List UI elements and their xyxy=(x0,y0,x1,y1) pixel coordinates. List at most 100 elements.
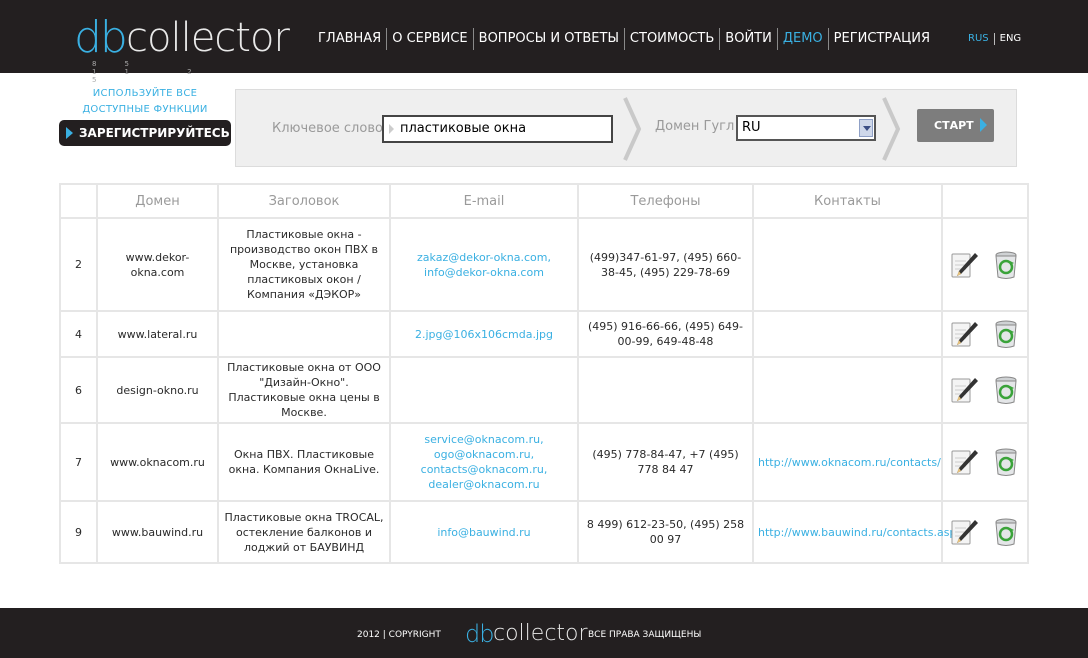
cell-phones: (495) 778-84-47, +7 (495) 778 84 47 xyxy=(577,422,754,502)
cell-title: Пластиковые окна - производство окон ПВХ… xyxy=(217,217,391,312)
nav-pricing[interactable]: СТОИМОСТЬ xyxy=(623,28,719,50)
input-arrow-icon xyxy=(389,124,394,134)
cell-phones: (495) 916-66-66, (495) 649-00-99, 649-48… xyxy=(577,310,754,358)
chevron-separator-icon xyxy=(623,97,642,161)
cell-domain: www.dekor-okna.com xyxy=(96,217,219,312)
col-header-actions xyxy=(941,183,1029,219)
logo[interactable]: db collector 85 11 2 5 xyxy=(74,12,290,84)
cell-actions xyxy=(941,422,1029,502)
col-header-domain: Домен xyxy=(96,183,219,219)
cell-num: 2 xyxy=(59,217,98,312)
promo-line-2: ДОСТУПНЫЕ ФУНКЦИИ xyxy=(82,104,208,115)
edit-icon[interactable] xyxy=(949,250,979,280)
cell-domain: www.lateral.ru xyxy=(96,310,219,358)
col-header-email: E-mail xyxy=(389,183,579,219)
nav-demo[interactable]: ДЕМО xyxy=(776,28,828,50)
site-footer: 2012 | COPYRIGHT db collector ВСЕ ПРАВА … xyxy=(0,608,1088,658)
chevron-separator-icon xyxy=(882,97,901,161)
col-header-num xyxy=(59,183,98,219)
cell-contacts[interactable] xyxy=(752,217,943,312)
nav-about[interactable]: О СЕРВИСЕ xyxy=(386,28,472,50)
table-row: 7 www.oknacom.ru Окна ПВХ. Пластиковые о… xyxy=(59,422,1029,502)
register-button-label: ЗАРЕГИСТРИРУЙТЕСЬ! xyxy=(79,126,236,140)
main-nav: ГЛАВНАЯ О СЕРВИСЕ ВОПРОСЫ И ОТВЕТЫ СТОИМ… xyxy=(315,28,935,50)
cell-email[interactable]: 2.jpg@106x106cmda.jpg xyxy=(389,310,579,358)
search-panel: Ключевое слово пластиковые окна Домен Гу… xyxy=(235,89,1017,167)
cell-phones: (499)347-61-97, (495) 660-38-45, (495) 2… xyxy=(577,217,754,312)
cell-actions xyxy=(941,217,1029,312)
domain-select[interactable]: RU xyxy=(736,115,876,141)
nav-register[interactable]: РЕГИСТРАЦИЯ xyxy=(827,28,935,50)
edit-icon[interactable] xyxy=(949,375,979,405)
copyright-text: 2012 | COPYRIGHT xyxy=(357,630,441,640)
cell-email[interactable] xyxy=(389,356,579,424)
cell-title: Пластиковые окна от ООО "Дизайн-Окно". П… xyxy=(217,356,391,424)
edit-icon[interactable] xyxy=(949,517,979,547)
cell-num: 7 xyxy=(59,422,98,502)
cell-contacts[interactable]: http://www.oknacom.ru/contacts/ xyxy=(752,422,943,502)
recycle-bin-icon[interactable] xyxy=(991,375,1021,405)
recycle-bin-icon[interactable] xyxy=(991,319,1021,349)
cell-email[interactable]: info@bauwind.ru xyxy=(389,500,579,564)
table-row: 9 www.bauwind.ru Пластиковые окна TROCAL… xyxy=(59,500,1029,564)
recycle-bin-icon[interactable] xyxy=(991,517,1021,547)
footer-logo[interactable]: db collector xyxy=(465,620,588,648)
cell-phones xyxy=(577,356,754,424)
start-button[interactable]: СТАРТ xyxy=(917,109,994,142)
cell-num: 9 xyxy=(59,500,98,564)
cell-contacts[interactable] xyxy=(752,356,943,424)
table-row: 2 www.dekor-okna.com Пластиковые окна - … xyxy=(59,217,1029,312)
cell-actions xyxy=(941,500,1029,564)
cell-title xyxy=(217,310,391,358)
cell-phones: 8 499) 612-23-50, (495) 258 00 97 xyxy=(577,500,754,564)
cell-title: Окна ПВХ. Пластиковые окна. Компания Окн… xyxy=(217,422,391,502)
keyword-value: пластиковые окна xyxy=(400,121,527,136)
results-table: Домен Заголовок E-mail Телефоны Контакты… xyxy=(59,183,1029,564)
domain-value: RU xyxy=(742,120,761,135)
nav-faq[interactable]: ВОПРОСЫ И ОТВЕТЫ xyxy=(472,28,624,50)
footer-logo-collector: collector xyxy=(493,621,588,646)
domain-label: Домен Гугл xyxy=(655,119,735,134)
chevron-down-icon[interactable] xyxy=(859,119,873,137)
play-arrow-icon xyxy=(980,118,987,132)
cell-num: 6 xyxy=(59,356,98,424)
recycle-bin-icon[interactable] xyxy=(991,250,1021,280)
cell-domain: www.oknacom.ru xyxy=(96,422,219,502)
cell-email[interactable]: zakaz@dekor-okna.com, info@dekor-okna.co… xyxy=(389,217,579,312)
nav-login[interactable]: ВОЙТИ xyxy=(719,28,777,50)
register-button[interactable]: ЗАРЕГИСТРИРУЙТЕСЬ! xyxy=(59,120,235,146)
lang-eng[interactable]: ENG xyxy=(995,33,1022,45)
rights-text: ВСЕ ПРАВА ЗАЩИЩЕНЫ xyxy=(588,630,702,640)
nav-home[interactable]: ГЛАВНАЯ xyxy=(315,28,386,50)
keyword-label: Ключевое слово xyxy=(272,121,383,136)
edit-icon[interactable] xyxy=(949,447,979,477)
cell-actions xyxy=(941,356,1029,424)
footer-logo-db: db xyxy=(465,620,494,648)
cell-contacts[interactable]: http://www.bauwind.ru/contacts.asp xyxy=(752,500,956,564)
language-switcher: RUS ENG xyxy=(968,33,1021,45)
col-header-contacts: Контакты xyxy=(752,183,943,219)
cell-email[interactable]: service@oknacom.ru, ogo@oknacom.ru, cont… xyxy=(389,422,579,502)
logo-collector: collector xyxy=(126,15,290,61)
col-header-title: Заголовок xyxy=(217,183,391,219)
cell-num: 4 xyxy=(59,310,98,358)
recycle-bin-icon[interactable] xyxy=(991,447,1021,477)
table-row: 6 design-okno.ru Пластиковые окна от ООО… xyxy=(59,356,1029,424)
table-row: 4 www.lateral.ru 2.jpg@106x106cmda.jpg (… xyxy=(59,310,1029,358)
keyword-input[interactable]: пластиковые окна xyxy=(382,115,613,143)
cell-domain: www.bauwind.ru xyxy=(96,500,219,564)
cell-actions xyxy=(941,310,1029,358)
cell-contacts[interactable] xyxy=(752,310,943,358)
logo-digits: 85 11 2 5 xyxy=(92,60,220,84)
lang-rus[interactable]: RUS xyxy=(968,33,995,45)
site-header: db collector 85 11 2 5 ГЛАВНАЯ О СЕРВИСЕ… xyxy=(0,0,1088,84)
promo-text: ИСПОЛЬЗУЙТЕ ВСЕ ДОСТУПНЫЕ ФУНКЦИИ xyxy=(58,86,232,118)
cell-domain: design-okno.ru xyxy=(96,356,219,424)
edit-icon[interactable] xyxy=(949,319,979,349)
start-button-label: СТАРТ xyxy=(934,119,974,132)
table-header-row: Домен Заголовок E-mail Телефоны Контакты xyxy=(59,183,1029,219)
play-arrow-icon xyxy=(66,127,73,139)
promo-line-1: ИСПОЛЬЗУЙТЕ ВСЕ xyxy=(92,88,198,99)
col-header-phones: Телефоны xyxy=(577,183,754,219)
logo-db: db xyxy=(74,12,128,63)
